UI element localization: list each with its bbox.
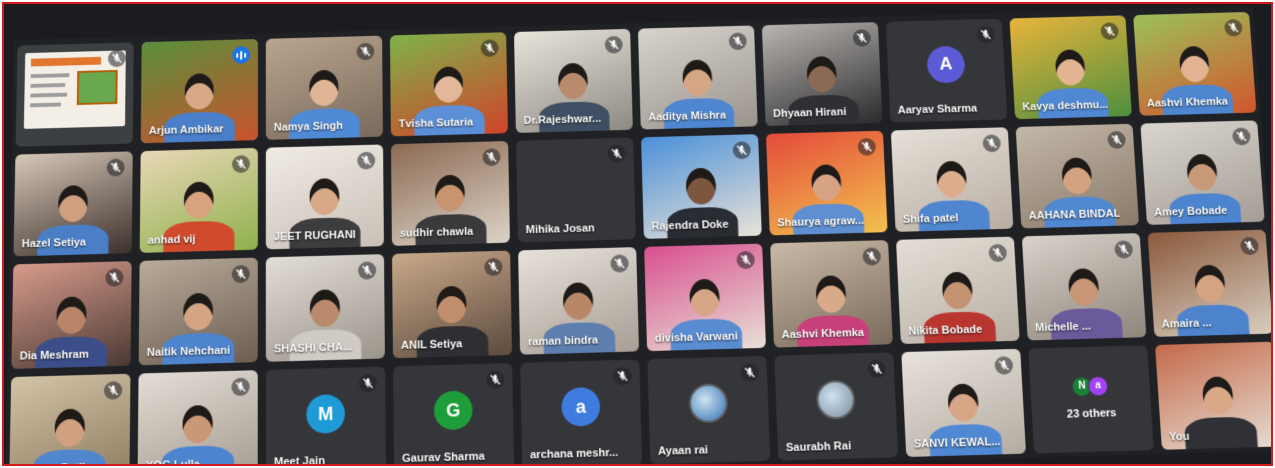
mic-off-icon: [358, 373, 378, 393]
mic-off-icon: [867, 359, 887, 378]
participant-tile[interactable]: Arjun Ambikar: [140, 39, 258, 143]
participant-tile[interactable]: YOG Lulla: [137, 369, 258, 464]
participant-tile[interactable]: divisha Varwani: [644, 243, 766, 351]
mic-off-icon: [232, 154, 250, 173]
participant-tile[interactable]: raman bindra: [518, 247, 640, 355]
participant-tile[interactable]: Michelle ...: [1021, 233, 1147, 340]
participant-tile[interactable]: Dhyaan Hirani: [761, 22, 883, 126]
mic-off-icon: [976, 25, 996, 44]
participant-avatar: a: [561, 386, 601, 427]
participant-tile[interactable]: Shifa patel: [890, 126, 1014, 232]
participant-name: Saurabh Rai: [785, 440, 852, 455]
others-avatar: a: [1087, 375, 1109, 397]
mic-off-icon: [357, 151, 376, 170]
participant-avatar: [815, 379, 856, 420]
participant-name: Gaurav Sharma: [402, 450, 485, 466]
participant-avatar: M: [306, 394, 346, 434]
participant-tile[interactable]: Nikita Bobade: [895, 236, 1020, 344]
mic-off-icon: [857, 137, 877, 156]
mic-off-icon: [740, 362, 760, 382]
participant-avatar: [688, 383, 729, 424]
participant-tile[interactable]: [15, 42, 134, 147]
mic-off-icon: [607, 144, 626, 163]
participant-name: Mihika Josan: [525, 222, 595, 237]
mic-off-icon: [982, 133, 1002, 152]
participant-tile[interactable]: Ayaan rai: [647, 355, 771, 464]
participant-name: archana meshr...: [530, 446, 619, 462]
participant-tile[interactable]: Naitik Nehchani: [138, 257, 258, 365]
participant-avatar: G: [433, 390, 473, 431]
participant-tile[interactable]: You: [1154, 341, 1271, 450]
participant-tile[interactable]: a archana meshr...: [520, 358, 643, 464]
participant-tile[interactable]: Aashvi Khemka: [770, 240, 893, 348]
participant-tile[interactable]: M Meet Jain: [265, 366, 386, 466]
participant-tile[interactable]: SHASHI CHA...: [265, 254, 385, 362]
participant-tile[interactable]: Rajendra Doke: [641, 133, 762, 239]
others-count-label: 23 others: [1066, 406, 1117, 421]
meeting-screen: Arjun Ambikar Namya Singh Tvisha Sutaria…: [5, 6, 1271, 466]
participant-tile[interactable]: sudhir chawla: [390, 140, 510, 246]
participant-tile[interactable]: Mihika Josan: [516, 137, 636, 243]
participant-tile[interactable]: JEET RUGHANI: [265, 143, 384, 250]
participant-tile[interactable]: Hazel Setiya: [13, 150, 133, 257]
participant-tile[interactable]: Aashvi Khemka: [1133, 11, 1257, 116]
participant-grid: Arjun Ambikar Namya Singh Tvisha Sutaria…: [9, 11, 1271, 466]
participant-tile[interactable]: Na 23 others: [1028, 344, 1154, 454]
participant-tile[interactable]: Amey Bobade: [1140, 119, 1265, 225]
participant-figure: [33, 403, 106, 464]
participant-tile[interactable]: Amaira ...: [1147, 229, 1271, 337]
mic-off-icon: [103, 380, 123, 400]
mic-off-icon: [482, 147, 501, 166]
mic-off-icon: [486, 369, 505, 389]
photo-frame: Arjun Ambikar Namya Singh Tvisha Sutaria…: [2, 2, 1273, 466]
participant-figure: [161, 400, 234, 464]
participant-tile[interactable]: Dia Meshram: [11, 261, 132, 369]
participant-tile[interactable]: A Aaryav Sharma: [885, 18, 1008, 123]
participant-name: Aaryav Sharma: [897, 102, 978, 117]
participant-name: Ayaan rai: [657, 444, 709, 458]
participant-tile[interactable]: ANIL Setiya: [392, 250, 513, 358]
participant-tile[interactable]: Saurabh Rai: [774, 351, 899, 461]
mic-off-icon: [106, 157, 125, 177]
participant-tile[interactable]: Aaditya Mishra: [637, 25, 758, 130]
mic-off-icon: [732, 140, 751, 159]
participant-tile[interactable]: Namya Singh: [265, 35, 383, 140]
participant-tile[interactable]: anhad vij: [139, 147, 258, 253]
others-avatars: Na: [1071, 375, 1109, 397]
participant-tile[interactable]: SANVI KEWAL...: [901, 348, 1027, 458]
participant-tile[interactable]: Kavya deshmu...: [1009, 15, 1132, 119]
participant-tile[interactable]: Suhana Patil: [9, 373, 131, 464]
participant-tile[interactable]: Tvisha Sutaria: [389, 32, 508, 136]
participant-tile[interactable]: G Gaurav Sharma: [393, 362, 515, 466]
mic-off-icon: [613, 366, 632, 386]
participant-tile[interactable]: AAHANA BINDAL: [1015, 123, 1140, 229]
participant-avatar: A: [926, 45, 966, 84]
participant-tile[interactable]: Dr.Rajeshwar...: [513, 28, 633, 133]
mic-off-icon: [231, 376, 250, 396]
participant-tile[interactable]: Shaurya agraw...: [765, 130, 888, 236]
participant-name: Meet Jain: [273, 454, 326, 466]
